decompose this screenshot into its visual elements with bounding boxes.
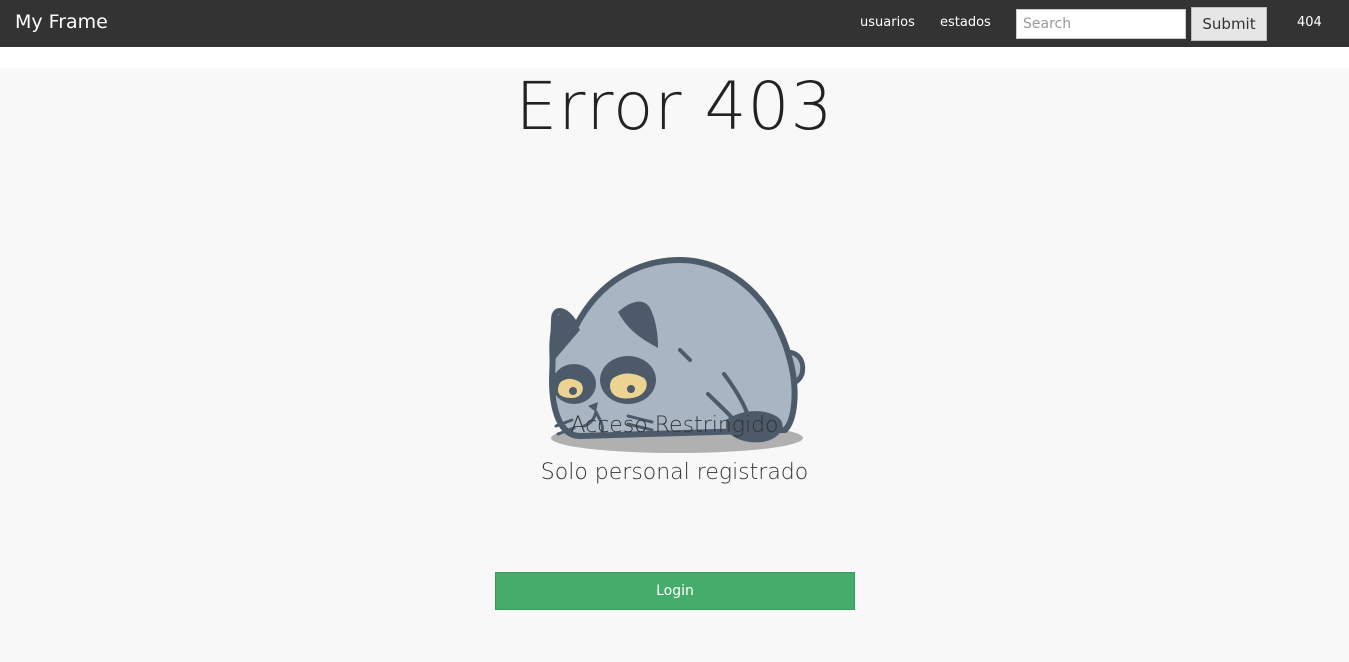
nav-link-estados[interactable]: estados xyxy=(940,15,991,30)
message-restricted: Acceso Restringido xyxy=(570,413,779,438)
message-registered: Solo personal registrado xyxy=(540,460,809,485)
error-title: Error 403 xyxy=(515,68,834,145)
login-button[interactable]: Login xyxy=(495,572,855,610)
nav-link-404[interactable]: 404 xyxy=(1297,15,1322,30)
nav-link-usuarios[interactable]: usuarios xyxy=(860,15,915,30)
search-input[interactable] xyxy=(1016,9,1186,39)
submit-button[interactable]: Submit xyxy=(1191,7,1267,41)
brand-link[interactable]: My Frame xyxy=(15,11,108,33)
top-navbar: My Frame usuarios estados Submit 404 xyxy=(0,0,1349,47)
